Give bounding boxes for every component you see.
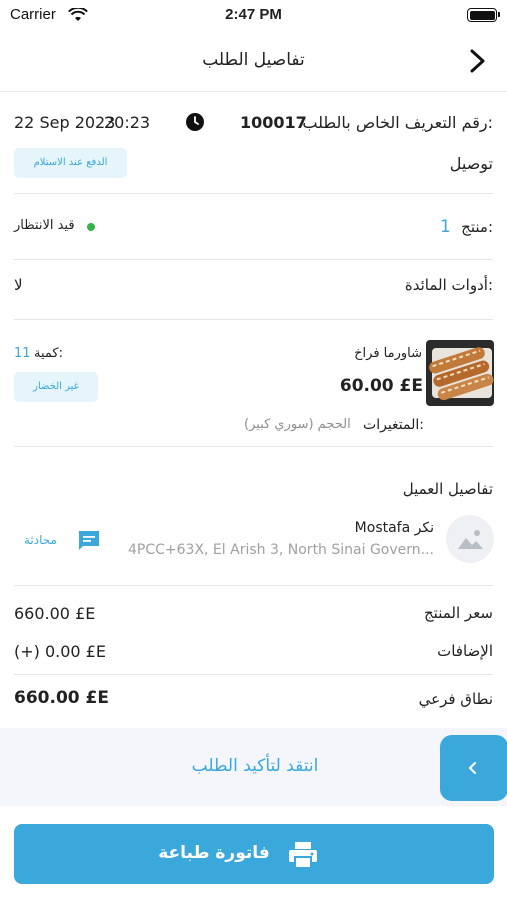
print-invoice-label: فاتورة طباعة: [158, 843, 270, 863]
addons-value: (+) 0.00 £E: [14, 642, 106, 661]
divider: [14, 319, 493, 320]
delivery-type: توصيل: [449, 154, 493, 173]
item-price: 60.00 £E: [339, 376, 423, 396]
cutlery-value: لا: [14, 276, 23, 294]
customer-name: Mostafa نكر: [354, 520, 434, 536]
chevron-left-icon: [465, 759, 481, 781]
chat-icon: [77, 529, 101, 557]
variants-label: المتغيرات:: [363, 417, 424, 433]
battery-icon: [467, 8, 500, 22]
image-placeholder-icon: [446, 515, 494, 563]
payment-badge: الدفع عند الاستلام: [14, 148, 127, 178]
item-quantity-value: 11: [14, 346, 31, 361]
chevron-right-icon[interactable]: [463, 46, 493, 76]
status-bar: Carrier 2:47 PM: [0, 0, 507, 30]
order-id-value: 100017: [240, 113, 307, 132]
clock-label: 2:47 PM: [225, 6, 282, 23]
product-count-value: 1: [440, 217, 451, 237]
confirm-order-label: انتقد لتأكيد الطلب: [191, 756, 319, 776]
chat-label: محادثة: [24, 533, 57, 547]
divider: [14, 585, 493, 586]
item-name: شاورما فراخ: [354, 346, 422, 361]
divider: [14, 259, 493, 260]
product-count-label: منتج:: [461, 218, 493, 236]
variants-value: الحجم (سوري كبير): [244, 417, 351, 432]
clock-icon: [185, 112, 205, 136]
page-title: تفاصيل الطلب: [202, 50, 305, 70]
customer-address: 4PCC+63X, El Arish 3, North Sinai Govern…: [128, 542, 434, 558]
print-invoice-button[interactable]: فاتورة طباعة: [14, 824, 494, 884]
navigation-bar: تفاصيل الطلب: [0, 30, 507, 92]
order-date: 22 Sep 2023: [14, 113, 116, 132]
addons-label: الإضافات: [437, 642, 493, 660]
item-price-label: سعر المنتج: [424, 604, 493, 622]
item-quantity-label: كمية:: [34, 346, 63, 361]
divider: [14, 193, 493, 194]
divider: [14, 446, 493, 447]
customer-section-title: تفاصيل العميل: [402, 480, 493, 498]
cutlery-label: أدوات المائدة:: [404, 276, 493, 294]
subtotal-label: نطاق فرعي: [418, 690, 493, 708]
status-dot-icon: [87, 223, 95, 231]
order-id-label: رقم التعريف الخاص بالطلب:: [302, 113, 493, 132]
item-price-value: 660.00 £E: [14, 604, 96, 623]
subtotal-value: 660.00 £E: [14, 688, 109, 708]
divider: [14, 674, 493, 675]
product-image: [426, 340, 494, 406]
order-status: قيد الانتظار: [14, 218, 75, 233]
confirm-slider-handle[interactable]: [440, 735, 507, 801]
item-badge: غير الخضار: [14, 372, 98, 402]
